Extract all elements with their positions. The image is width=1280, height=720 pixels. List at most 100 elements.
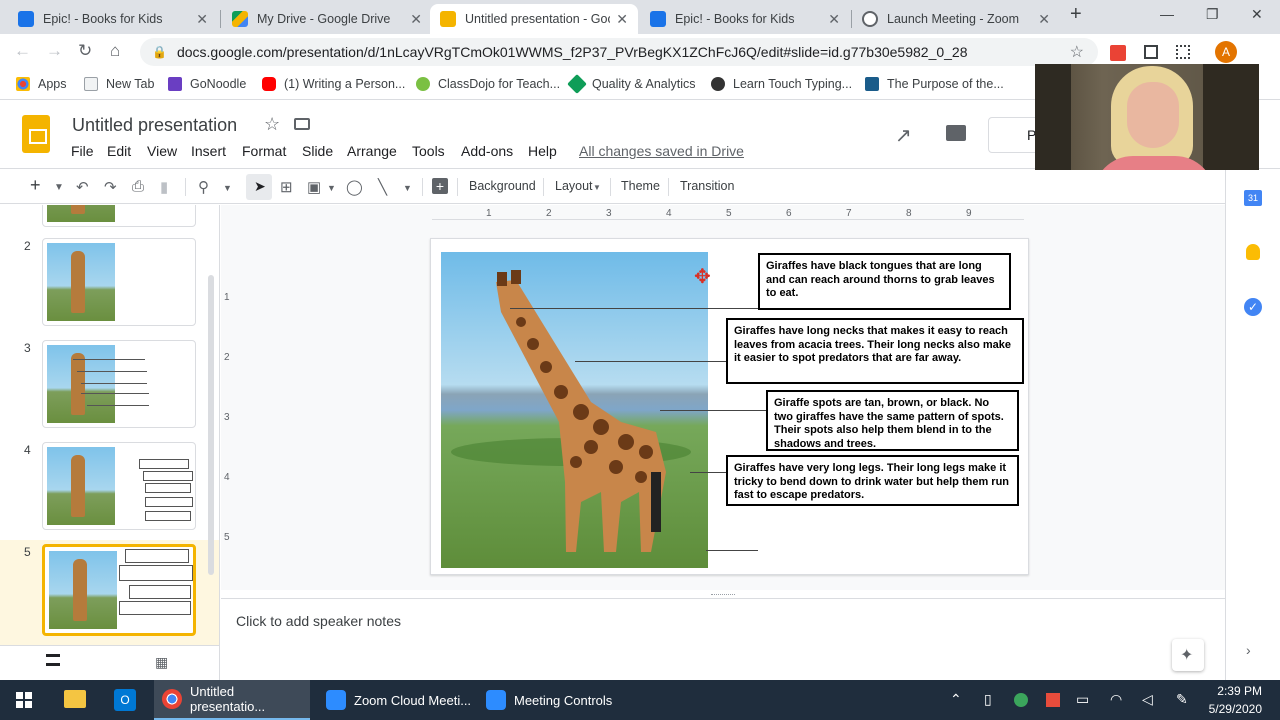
close-tab-icon[interactable]: ✕ [1038, 11, 1050, 28]
restore-window-icon[interactable]: ❐ [1206, 6, 1219, 23]
layout-button[interactable]: Layout [555, 179, 593, 193]
tab-epic-2[interactable]: Epic! - Books for Kids ✕ [640, 4, 850, 34]
filmstrip-scrollbar[interactable] [208, 275, 214, 575]
close-tab-icon[interactable]: ✕ [616, 11, 628, 28]
grid-view-icon[interactable]: ▦ [155, 654, 168, 671]
minimize-window-icon[interactable]: — [1160, 6, 1174, 22]
taskbar-app-zoom[interactable]: Zoom Cloud Meeti... [318, 680, 474, 720]
calendar-icon[interactable]: 31 [1244, 190, 1262, 206]
zoom-dropdown-icon[interactable]: ▼ [223, 183, 232, 193]
reload-icon[interactable]: ↻ [78, 41, 92, 61]
menu-slide[interactable]: Slide [302, 143, 333, 159]
callout-spots[interactable]: Giraffe spots are tan, brown, or black. … [766, 390, 1019, 451]
theme-button[interactable]: Theme [621, 179, 660, 193]
extensions-grid-icon[interactable] [1176, 45, 1190, 59]
menu-file[interactable]: File [71, 143, 94, 159]
redo-icon[interactable]: ↷ [104, 178, 117, 196]
pen-icon[interactable]: ✎ [1176, 691, 1188, 708]
taskbar-app-meeting-controls[interactable]: Meeting Controls [478, 680, 634, 720]
shape-icon[interactable]: ◯ [346, 178, 363, 196]
tasks-icon[interactable]: ✓ [1244, 298, 1262, 316]
new-tab-button[interactable]: + [1070, 3, 1082, 26]
speaker-notes-placeholder[interactable]: Click to add speaker notes [236, 613, 401, 629]
clock-date[interactable]: 5/29/2020 [1204, 702, 1262, 716]
comments-icon[interactable] [946, 125, 966, 141]
select-tool-button[interactable]: ➤ [246, 174, 272, 200]
slide-thumbnail-2[interactable] [42, 238, 196, 326]
menu-tools[interactable]: Tools [412, 143, 445, 159]
slides-logo-icon[interactable] [22, 115, 50, 153]
bookmark-star-icon[interactable]: ☆ [1070, 42, 1084, 62]
bookmark-new-tab[interactable]: New Tab [84, 77, 154, 91]
new-slide-plus-icon[interactable]: + [30, 175, 41, 196]
clock-time[interactable]: 2:39 PM [1214, 684, 1262, 698]
menu-addons[interactable]: Add-ons [461, 143, 513, 159]
taskbar-app-chrome[interactable]: Untitled presentatio... [154, 680, 310, 720]
slide-thumbnail-3[interactable] [42, 340, 196, 428]
star-icon[interactable]: ☆ [264, 114, 280, 135]
chevron-right-icon[interactable]: › [1246, 642, 1251, 658]
volume-icon[interactable]: ◁ [1142, 691, 1153, 708]
menu-help[interactable]: Help [528, 143, 557, 159]
device-icon[interactable]: ▭ [1076, 691, 1089, 708]
close-tab-icon[interactable]: ✕ [196, 11, 208, 28]
bookmark-purpose[interactable]: The Purpose of the... [865, 77, 1004, 91]
callout-legs[interactable]: Giraffes have very long legs. Their long… [726, 455, 1019, 506]
resize-handle[interactable] [711, 594, 735, 597]
address-bar[interactable]: 🔒 docs.google.com/presentation/d/1nLcayV… [140, 38, 1098, 66]
bookmark-gonoodle[interactable]: GoNoodle [168, 77, 246, 91]
pdf-extension-icon[interactable] [1110, 45, 1126, 61]
wifi-icon[interactable]: ◠ [1110, 691, 1122, 708]
menu-format[interactable]: Format [242, 143, 286, 159]
transition-button[interactable]: Transition [680, 179, 734, 193]
textbox-icon[interactable]: ⊞ [280, 178, 293, 196]
document-title[interactable]: Untitled presentation [72, 115, 237, 136]
bookmark-apps[interactable]: Apps [16, 77, 67, 91]
move-folder-icon[interactable] [294, 118, 310, 130]
menu-arrange[interactable]: Arrange [347, 143, 397, 159]
back-arrow-icon[interactable]: ← [14, 41, 31, 61]
bookmark-quality-analytics[interactable]: Quality & Analytics [567, 74, 696, 94]
zoom-icon[interactable]: ⚲ [198, 178, 209, 196]
slide-thumbnail-5[interactable] [42, 544, 196, 636]
close-tab-icon[interactable]: ✕ [828, 11, 840, 28]
paint-format-icon[interactable]: ▮ [160, 178, 168, 196]
app-tray-icon[interactable] [1014, 693, 1028, 707]
file-explorer-icon[interactable] [64, 690, 86, 708]
keep-icon[interactable] [1246, 244, 1260, 260]
menu-view[interactable]: View [147, 143, 177, 159]
bookmark-classdojo[interactable]: ClassDojo for Teach... [416, 77, 560, 91]
bookmark-touch-typing[interactable]: Learn Touch Typing... [711, 77, 852, 91]
windows-start-icon[interactable] [16, 692, 32, 708]
line-dropdown-icon[interactable]: ▼ [403, 183, 412, 193]
menu-insert[interactable]: Insert [191, 143, 226, 159]
security-tray-icon[interactable] [1046, 693, 1060, 707]
slide-thumbnail-4[interactable] [42, 442, 196, 530]
extension-icon[interactable] [1144, 45, 1158, 59]
forward-arrow-icon[interactable]: → [46, 41, 63, 61]
tab-google-drive[interactable]: My Drive - Google Drive ✕ [222, 4, 432, 34]
bookmark-youtube[interactable]: (1) Writing a Person... [262, 77, 405, 91]
undo-icon[interactable]: ↶ [76, 178, 89, 196]
image-dropdown-icon[interactable]: ▼ [327, 183, 336, 193]
slide-thumbnail-1[interactable] [42, 205, 196, 227]
save-status-link[interactable]: All changes saved in Drive [579, 143, 744, 159]
callout-tongue[interactable]: Giraffes have black tongues that are lon… [758, 253, 1011, 310]
profile-avatar[interactable]: A [1215, 41, 1237, 63]
image-icon[interactable]: ▣ [307, 178, 321, 196]
background-button[interactable]: Background [469, 179, 536, 193]
close-window-icon[interactable]: ✕ [1251, 6, 1263, 23]
close-tab-icon[interactable]: ✕ [410, 11, 422, 28]
add-comment-icon[interactable]: + [432, 178, 448, 194]
line-icon[interactable]: ╲ [378, 178, 387, 196]
tab-untitled-presentation[interactable]: Untitled presentation - Goo ✕ [430, 4, 638, 34]
activity-trend-icon[interactable]: ↗ [895, 123, 912, 148]
outlook-icon[interactable]: O [114, 689, 136, 711]
explore-button[interactable]: ✦ [1172, 639, 1204, 671]
tab-zoom-meeting[interactable]: Launch Meeting - Zoom ✕ [852, 4, 1060, 34]
menu-edit[interactable]: Edit [107, 143, 131, 159]
callout-neck[interactable]: Giraffes have long necks that makes it e… [726, 318, 1024, 384]
layout-dropdown-icon[interactable]: ▼ [593, 183, 601, 192]
show-hidden-icons-icon[interactable]: ⌃ [950, 691, 962, 708]
home-icon[interactable]: ⌂ [110, 41, 120, 61]
